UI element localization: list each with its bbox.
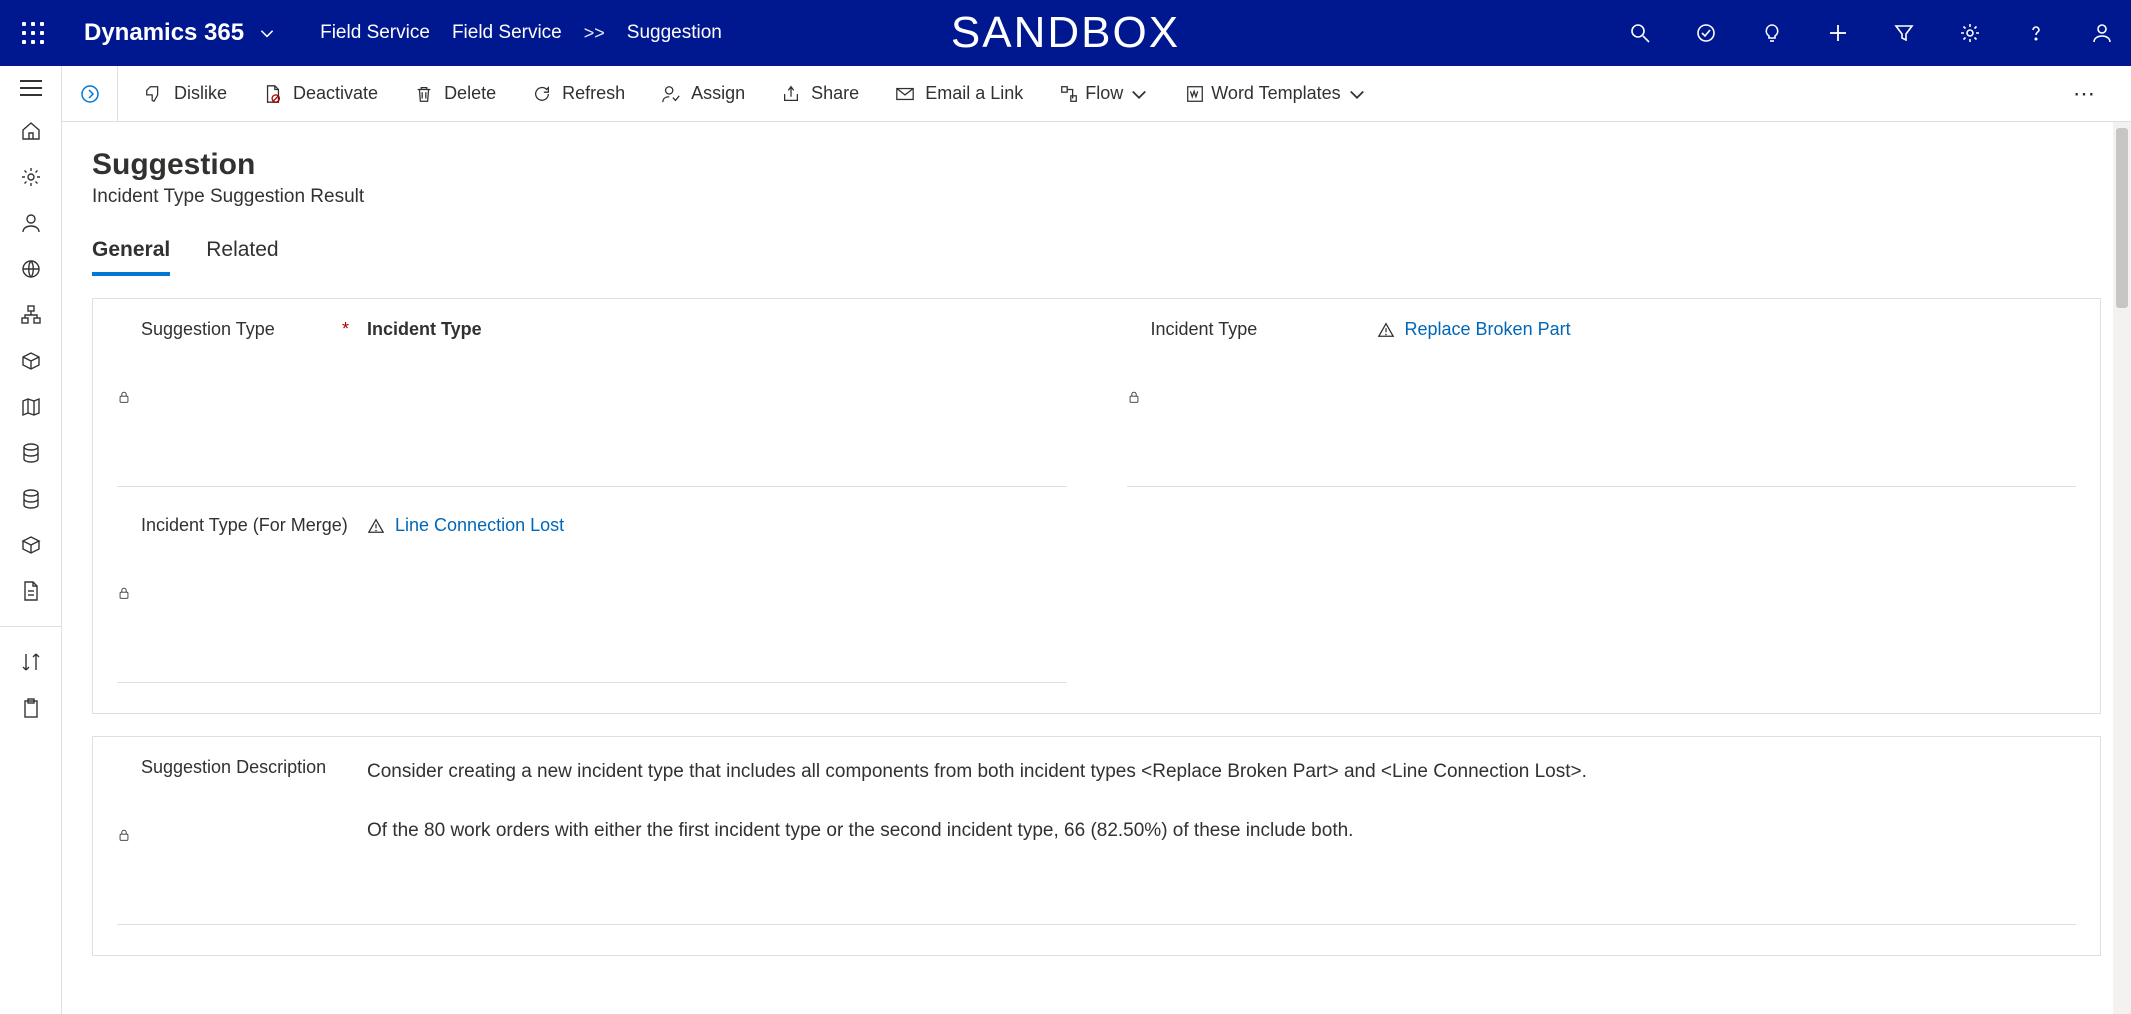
globe-icon[interactable]: [20, 258, 42, 280]
help-icon[interactable]: [2025, 22, 2047, 44]
task-icon[interactable]: [1695, 22, 1717, 44]
field-value-link[interactable]: Replace Broken Part: [1377, 319, 2077, 340]
app-name: Dynamics 365: [84, 19, 244, 47]
cmd-label: Share: [811, 83, 859, 104]
flow-button[interactable]: Flow: [1059, 83, 1149, 104]
clipboard-icon[interactable]: [20, 697, 42, 719]
required-indicator: *: [342, 319, 367, 340]
app-launcher-icon[interactable]: [22, 22, 44, 44]
sort-icon[interactable]: [20, 651, 42, 673]
document-icon[interactable]: [20, 580, 42, 602]
filter-icon[interactable]: [1893, 22, 1915, 44]
gear-icon[interactable]: [1959, 22, 1981, 44]
assign-button[interactable]: Assign: [661, 83, 745, 104]
field-suggestion-description: Suggestion Description Consider creating…: [117, 757, 2076, 925]
chevron-down-icon: [1129, 84, 1149, 104]
form-section: Suggestion Description Consider creating…: [92, 736, 2101, 956]
database-icon[interactable]: [20, 442, 42, 464]
delete-button[interactable]: Delete: [414, 83, 496, 104]
cmd-label: Email a Link: [925, 83, 1023, 104]
cmd-label: Delete: [444, 83, 496, 104]
breadcrumb: Field Service Field Service >> Suggestio…: [320, 22, 722, 44]
environment-label: SANDBOX: [951, 8, 1180, 58]
chevron-down-icon: [1347, 84, 1367, 104]
person-icon[interactable]: [20, 212, 42, 234]
tab-related[interactable]: Related: [206, 238, 278, 276]
lock-icon: [117, 760, 131, 910]
warning-icon: [1377, 321, 1395, 339]
lightbulb-icon[interactable]: [1761, 22, 1783, 44]
scrollbar[interactable]: [2113, 122, 2131, 1014]
field-incident-type: Incident Type Replace Broken Part: [1127, 319, 2077, 487]
tab-general[interactable]: General: [92, 238, 170, 276]
product-icon[interactable]: [20, 350, 42, 372]
scrollbar-thumb[interactable]: [2116, 128, 2128, 308]
back-button[interactable]: [62, 66, 118, 121]
plus-icon[interactable]: [1827, 22, 1849, 44]
left-nav-rail: [0, 66, 62, 1014]
share-button[interactable]: Share: [781, 83, 859, 104]
deactivate-button[interactable]: Deactivate: [263, 83, 378, 104]
breadcrumb-item[interactable]: Suggestion: [627, 22, 722, 44]
global-nav-bar: Dynamics 365 Field Service Field Service…: [0, 0, 2131, 66]
cmd-label: Deactivate: [293, 83, 378, 104]
app-switcher[interactable]: Dynamics 365: [84, 19, 276, 47]
email-link-button[interactable]: Email a Link: [895, 83, 1023, 104]
word-templates-button[interactable]: Word Templates: [1185, 83, 1366, 104]
breadcrumb-separator: >>: [584, 23, 605, 44]
overflow-menu[interactable]: ⋯: [2073, 81, 2105, 107]
database-icon[interactable]: [20, 488, 42, 510]
main-content: Dislike Deactivate Delete Refresh Assign: [62, 66, 2131, 1014]
page-title: Suggestion: [92, 148, 2101, 182]
chevron-down-icon: [258, 24, 276, 42]
cmd-label: Refresh: [562, 83, 625, 104]
cmd-label: Assign: [691, 83, 745, 104]
field-suggestion-type: Suggestion Type * Incident Type: [117, 319, 1067, 487]
field-incident-type-merge: Incident Type (For Merge) Line Connectio…: [117, 515, 1067, 683]
cmd-label: Dislike: [174, 83, 227, 104]
breadcrumb-item[interactable]: Field Service: [452, 22, 562, 44]
field-label: Suggestion Type: [141, 319, 275, 340]
field-value[interactable]: Consider creating a new incident type th…: [367, 757, 2076, 845]
form-section: Suggestion Type * Incident Type Incident…: [92, 298, 2101, 714]
form-tabs: General Related: [92, 238, 2101, 276]
home-icon[interactable]: [20, 120, 42, 142]
field-value[interactable]: Incident Type: [367, 319, 1067, 340]
org-chart-icon[interactable]: [20, 304, 42, 326]
gear-icon[interactable]: [20, 166, 42, 188]
breadcrumb-item[interactable]: Field Service: [320, 22, 430, 44]
warning-icon: [367, 517, 385, 535]
lock-icon: [1127, 322, 1141, 472]
map-icon[interactable]: [20, 396, 42, 418]
field-value-link[interactable]: Line Connection Lost: [367, 515, 1067, 536]
field-label: Incident Type: [1151, 319, 1258, 340]
user-icon[interactable]: [2091, 22, 2113, 44]
cmd-label: Word Templates: [1211, 83, 1340, 104]
command-bar: Dislike Deactivate Delete Refresh Assign: [62, 66, 2131, 122]
dislike-button[interactable]: Dislike: [144, 83, 227, 104]
page-subtitle: Incident Type Suggestion Result: [92, 186, 2101, 208]
field-label: Suggestion Description: [141, 757, 326, 778]
lock-icon: [117, 322, 131, 472]
package-icon[interactable]: [20, 534, 42, 556]
cmd-label: Flow: [1085, 83, 1123, 104]
nav-collapse-button[interactable]: [20, 80, 42, 96]
refresh-button[interactable]: Refresh: [532, 83, 625, 104]
lock-icon: [117, 518, 131, 668]
search-icon[interactable]: [1629, 22, 1651, 44]
field-label: Incident Type (For Merge): [141, 515, 348, 536]
